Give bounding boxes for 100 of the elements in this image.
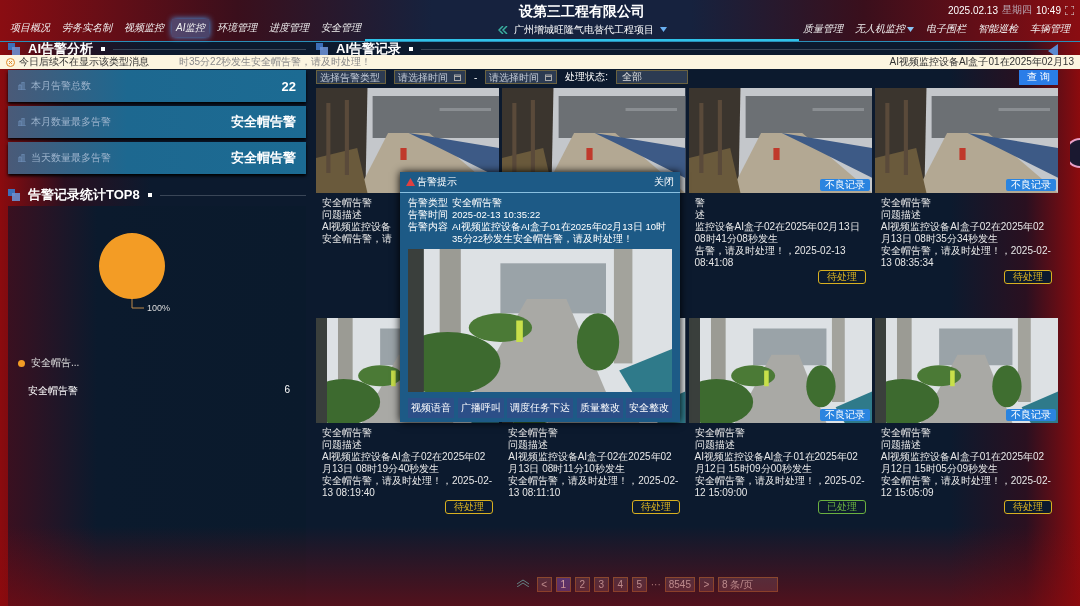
leader-line (131, 298, 145, 309)
status-tag[interactable]: 待处理 (817, 270, 866, 284)
nav-tab[interactable]: 项目概况 (6, 18, 54, 37)
field-label: 问题描述 (880, 209, 921, 221)
page-size-select[interactable]: 8 条/页 (718, 577, 778, 592)
close-link[interactable]: 关闭 (654, 175, 674, 189)
slice-label: 100% (147, 303, 171, 313)
page-button[interactable]: 8545 (664, 577, 695, 592)
date-field[interactable]: 请选择时间 (394, 70, 466, 84)
status-tag[interactable]: 待处理 (631, 500, 680, 514)
project-name[interactable]: 广州增城旺隆气电替代工程项目 (513, 22, 654, 37)
alarm-count: 6 (284, 384, 290, 397)
stat-value: 22 (281, 78, 296, 94)
nav-tab[interactable]: 智能巡检 (974, 20, 1022, 38)
alarm-type: 安全帽告警 (322, 197, 372, 209)
action-button[interactable]: 安全整改 (626, 398, 672, 418)
badge: 不良记录 (1006, 409, 1056, 421)
field-label: 告警类型 (408, 197, 449, 209)
action-button[interactable]: 质量整改 (576, 398, 623, 418)
field-label: 问题描述 (322, 439, 362, 451)
description-line: 安全帽告警，请及时处理！，2025-02-12 15:09:00 (694, 475, 866, 499)
description-line: AI视频监控设备AI盒子02在2025年02月13日 08时19分40秒发生 (322, 451, 487, 475)
squares-icon (8, 43, 20, 55)
ellipsis-text: ··· (650, 579, 661, 590)
nav-tab[interactable]: 电子围栏 (922, 20, 970, 38)
description-line: AI视频监控设备AI盒子02在2025年02月13日 08时35分34秒发生 (880, 221, 1046, 245)
status-tag[interactable]: 待处理 (1004, 500, 1052, 514)
legend-dot (18, 359, 25, 367)
page-button[interactable]: 5 (631, 577, 647, 592)
stat-value: 安全帽告警 (231, 113, 296, 131)
status-label: 处理状态: (565, 70, 609, 84)
badge: 不良记录 (1006, 179, 1056, 191)
field-label: 问题描述 (322, 209, 362, 221)
alarm-type: 安全帽告警 (694, 427, 745, 439)
status-tag[interactable]: 已处理 (817, 500, 866, 514)
pie-slice (99, 233, 165, 299)
badge: 不良记录 (819, 179, 870, 191)
badge: 不良记录 (819, 409, 870, 421)
weekday-text: 星期四 (1001, 3, 1032, 17)
field-label: 问题描述 (508, 439, 549, 451)
section-title: AI告警分析 (28, 40, 93, 56)
search-button[interactable]: 查 询 (1019, 69, 1058, 85)
field-value: 安全帽告警 (452, 197, 503, 209)
nav-tab[interactable]: 质量管理 (799, 20, 847, 38)
field-label: 问题描述 (694, 439, 735, 451)
description-line: 安全帽告警，请 (322, 233, 392, 245)
page-button[interactable]: 3 (593, 577, 609, 592)
section-title: 告警记录统计TOP8 (28, 186, 140, 204)
separator-text: - (474, 71, 478, 83)
action-button[interactable]: 广播呼叫 (457, 398, 504, 418)
page-button[interactable]: 1 (555, 577, 571, 592)
chart-icon (18, 154, 26, 162)
status-tag[interactable]: 待处理 (1004, 270, 1052, 284)
squares-icon (8, 189, 20, 201)
alarm-name: 安全帽告警 (28, 384, 78, 398)
chevron-up-icon[interactable] (516, 579, 530, 587)
nav-tab[interactable]: 进度管理 (265, 18, 314, 37)
nav-tab[interactable]: 无人机监控 (851, 20, 918, 38)
chart-icon (18, 82, 26, 90)
alert-message: AI视频监控设备AI盒子01在2025年02月13 (889, 55, 1074, 69)
nav-tab[interactable]: AI监控 (172, 18, 210, 37)
field-label: 告警内容 (408, 221, 449, 234)
calendar-icon (454, 74, 461, 81)
status-select[interactable]: 全部 (616, 70, 689, 84)
description-line: AI视频监控设备AI盒子02在2025年02月13日 08时11分10秒发生 (508, 451, 673, 475)
ring-icon[interactable] (1070, 138, 1080, 168)
alarm-type: 安全帽告警 (880, 427, 931, 439)
action-button[interactable]: 视频语音 (408, 398, 454, 418)
prev-page-button[interactable]: < (536, 577, 552, 592)
caret-icon[interactable] (659, 27, 667, 32)
action-button[interactable]: 调度任务下达 (507, 398, 573, 418)
alarm-type: 安全帽告警 (508, 427, 559, 439)
description-line: 告警，请及时处理！，2025-02-13 08:41:08 (694, 245, 847, 269)
stat-value: 安全帽告警 (231, 149, 296, 167)
description-line: 安全帽告警，请及时处理！，2025-02-12 15:05:09 (880, 475, 1052, 499)
nav-tab[interactable]: 安全管理 (317, 18, 366, 37)
company-title: 设第三工程有限公司 (519, 2, 646, 21)
field-value: 2025-02-13 10:35:22 (452, 209, 542, 221)
description-line: 安全帽告警，请及时处理！，2025-02-13 08:11:10 (508, 475, 680, 499)
nav-tab[interactable]: 车辆管理 (1026, 20, 1074, 38)
type-select[interactable]: 选择告警类型 (316, 70, 386, 84)
description-line: 监控设备AI盒子02在2025年02月13日 08时41分08秒发生 (694, 221, 861, 245)
stat-label: 当天数量最多告警 (31, 151, 111, 165)
triangle-icon[interactable] (1048, 44, 1058, 58)
chart-icon (18, 118, 26, 126)
double-arrow-icon (497, 25, 508, 34)
legend-label: 安全帽告... (31, 356, 80, 370)
page-button[interactable]: 4 (612, 577, 628, 592)
squares-icon (316, 43, 328, 55)
dismiss-link[interactable]: 今日后续不在显示该类型消息 (19, 55, 149, 69)
nav-tab[interactable]: 环境管理 (213, 18, 262, 37)
fullscreen-icon[interactable] (1065, 5, 1074, 15)
nav-tab[interactable]: 视频监控 (120, 18, 168, 37)
description-line: AI视频监控设备AI盒子01在2025年02月12日 15时09分00秒发生 (694, 451, 859, 475)
status-tag[interactable]: 待处理 (445, 500, 494, 514)
page-button[interactable]: 2 (574, 577, 590, 592)
stat-label: 本月数量最多告警 (31, 115, 111, 129)
nav-tab[interactable]: 劳务实名制 (58, 18, 116, 37)
next-page-button[interactable]: > (699, 577, 714, 592)
date-field[interactable]: 请选择时间 (485, 70, 558, 84)
